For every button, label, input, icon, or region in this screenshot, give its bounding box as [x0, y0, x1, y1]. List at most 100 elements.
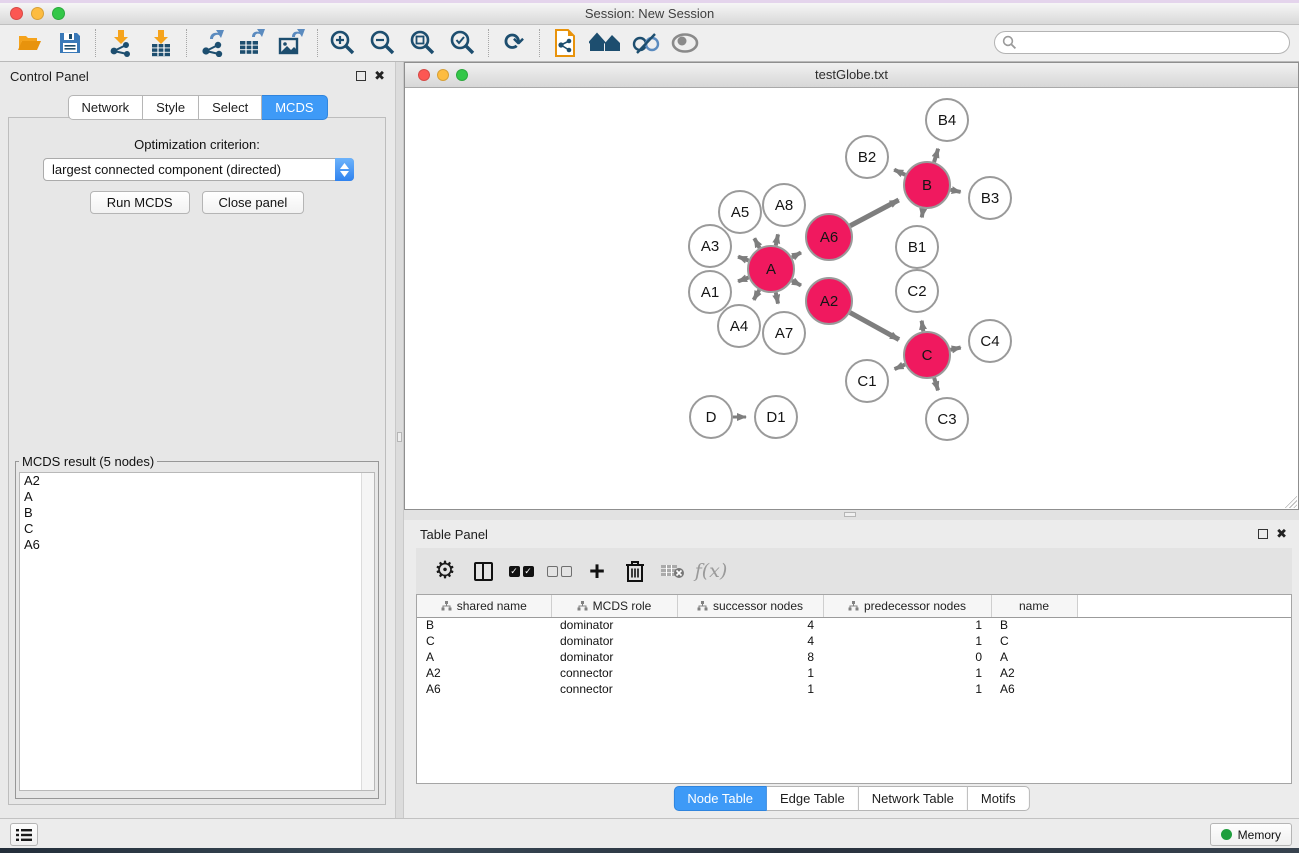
- graph-edge-A-A5[interactable]: [754, 238, 759, 248]
- graph-edge-C-C4[interactable]: [950, 348, 960, 350]
- tab-select[interactable]: Select: [199, 95, 262, 120]
- table-cell[interactable]: A2: [417, 665, 551, 681]
- search-input[interactable]: [994, 31, 1290, 54]
- graph-edge-C-C2[interactable]: [922, 321, 924, 332]
- graph-edge-C-C3[interactable]: [934, 378, 938, 390]
- table-row[interactable]: Cdominator41C: [417, 633, 1291, 649]
- optimization-criterion-select[interactable]: largest connected component (directed): [43, 158, 354, 181]
- tab-node-table[interactable]: Node Table: [673, 786, 767, 811]
- memory-button[interactable]: Memory: [1210, 823, 1292, 846]
- graph-edge-A-A3[interactable]: [738, 257, 748, 261]
- graph-edge-B-B2[interactable]: [894, 170, 905, 175]
- table-cell[interactable]: A: [991, 649, 1077, 665]
- tab-motifs[interactable]: Motifs: [968, 786, 1030, 811]
- table-row[interactable]: Adominator80A: [417, 649, 1291, 665]
- export-image-icon[interactable]: [272, 27, 312, 59]
- splitter-handle[interactable]: [844, 512, 856, 517]
- column-header-shared-name[interactable]: shared name: [417, 595, 551, 617]
- table-cell[interactable]: dominator: [551, 633, 677, 649]
- graph-edge-A6-B[interactable]: [850, 200, 899, 226]
- task-history-button[interactable]: [10, 823, 38, 846]
- tab-edge-table[interactable]: Edge Table: [767, 786, 859, 811]
- graph-edge-A-A8[interactable]: [776, 234, 778, 245]
- mcds-result-item[interactable]: A2: [20, 473, 374, 489]
- home-views-icon[interactable]: [585, 27, 625, 59]
- network-canvas[interactable]: B4B2BB3A5A8A6A3AB1A1A2C2A4A7C4CC1DD1C3: [405, 88, 1298, 509]
- close-panel-button[interactable]: Close panel: [202, 191, 305, 214]
- mcds-result-item[interactable]: A: [20, 489, 374, 505]
- network-from-file-icon[interactable]: [545, 27, 585, 59]
- open-session-icon[interactable]: [10, 27, 50, 59]
- mcds-result-item[interactable]: C: [20, 521, 374, 537]
- column-header-predecessor-nodes[interactable]: predecessor nodes: [823, 595, 991, 617]
- eye-icon[interactable]: [665, 27, 705, 59]
- zoom-fit-icon[interactable]: [403, 27, 443, 59]
- splitter-handle[interactable]: [397, 432, 402, 442]
- table-cell[interactable]: C: [417, 633, 551, 649]
- mcds-list-scrollbar[interactable]: [361, 473, 374, 790]
- tab-mcds[interactable]: MCDS: [262, 95, 327, 120]
- mcds-result-item[interactable]: B: [20, 505, 374, 521]
- column-header-name[interactable]: name: [991, 595, 1077, 617]
- refresh-layout-icon[interactable]: ⟳: [494, 27, 534, 59]
- table-cell[interactable]: 0: [823, 649, 991, 665]
- table-cell[interactable]: 1: [677, 681, 823, 697]
- table-cell[interactable]: 4: [677, 633, 823, 649]
- network-window-titlebar[interactable]: testGlobe.txt: [405, 63, 1298, 88]
- table-cell[interactable]: B: [417, 617, 551, 633]
- table-cell[interactable]: dominator: [551, 649, 677, 665]
- minimize-window-button[interactable]: [31, 7, 44, 20]
- tab-network[interactable]: Network: [67, 95, 143, 120]
- float-panel-icon[interactable]: [1258, 529, 1268, 539]
- export-network-icon[interactable]: [192, 27, 232, 59]
- table-cell[interactable]: A: [417, 649, 551, 665]
- table-settings-icon[interactable]: ⚙: [428, 554, 462, 588]
- table-cell[interactable]: 1: [677, 665, 823, 681]
- select-all-columns-icon[interactable]: ✓✓: [504, 554, 538, 588]
- run-mcds-button[interactable]: Run MCDS: [90, 191, 190, 214]
- table-cell[interactable]: 1: [823, 633, 991, 649]
- graph-edge-B-B4[interactable]: [934, 149, 938, 162]
- table-cell[interactable]: A6: [417, 681, 551, 697]
- graph-edge-A2-C[interactable]: [850, 313, 899, 340]
- add-column-icon[interactable]: +: [580, 554, 614, 588]
- table-cell[interactable]: B: [991, 617, 1077, 633]
- hide-glasses-icon[interactable]: [625, 27, 665, 59]
- table-cell[interactable]: 1: [823, 617, 991, 633]
- close-panel-icon[interactable]: ✖: [374, 71, 385, 81]
- table-cell[interactable]: A6: [991, 681, 1077, 697]
- graph-edge-A-A1[interactable]: [738, 277, 748, 281]
- delete-column-icon[interactable]: [618, 554, 652, 588]
- column-header-MCDS-role[interactable]: MCDS role: [551, 595, 677, 617]
- column-view-icon[interactable]: [466, 554, 500, 588]
- table-cell[interactable]: connector: [551, 665, 677, 681]
- export-table-icon[interactable]: [232, 27, 272, 59]
- float-panel-icon[interactable]: [356, 71, 366, 81]
- tab-style[interactable]: Style: [143, 95, 199, 120]
- zoom-window-button[interactable]: [52, 7, 65, 20]
- table-row[interactable]: A6connector11A6: [417, 681, 1291, 697]
- table-cell[interactable]: C: [991, 633, 1077, 649]
- table-row[interactable]: A2connector11A2: [417, 665, 1291, 681]
- column-header-successor-nodes[interactable]: successor nodes: [677, 595, 823, 617]
- vertical-splitter[interactable]: [395, 62, 404, 818]
- tab-network-table[interactable]: Network Table: [859, 786, 968, 811]
- table-cell[interactable]: 8: [677, 649, 823, 665]
- graph-edge-B-B1[interactable]: [922, 209, 923, 218]
- horizontal-splitter[interactable]: [404, 510, 1299, 520]
- close-window-button[interactable]: [10, 7, 23, 20]
- table-cell[interactable]: 1: [823, 681, 991, 697]
- zoom-out-icon[interactable]: [363, 27, 403, 59]
- graph-edge-B-B3[interactable]: [951, 190, 961, 192]
- table-cell[interactable]: connector: [551, 681, 677, 697]
- mcds-result-item[interactable]: A6: [20, 537, 374, 553]
- network-close-button[interactable]: [418, 69, 430, 81]
- graph-edge-A-A7[interactable]: [776, 293, 778, 304]
- graph-edge-A-A2[interactable]: [792, 281, 801, 286]
- table-cell[interactable]: dominator: [551, 617, 677, 633]
- table-row[interactable]: Bdominator41B: [417, 617, 1291, 633]
- save-session-icon[interactable]: [50, 27, 90, 59]
- import-table-icon[interactable]: [141, 27, 181, 59]
- zoom-in-icon[interactable]: [323, 27, 363, 59]
- deselect-all-columns-icon[interactable]: [542, 554, 576, 588]
